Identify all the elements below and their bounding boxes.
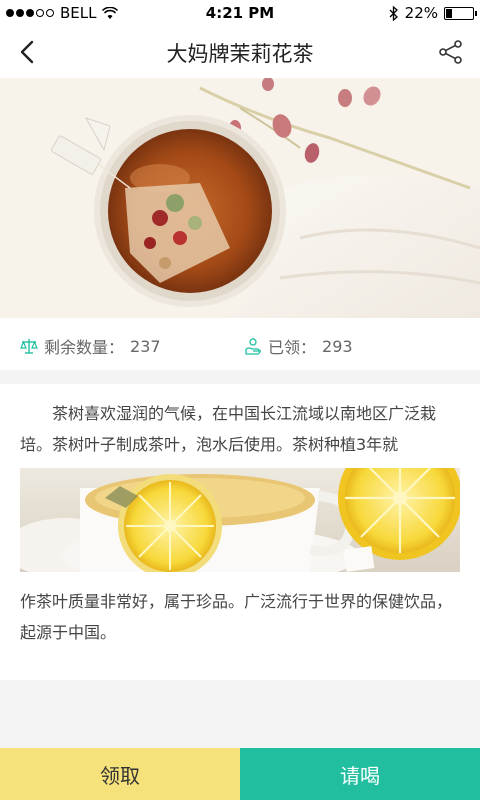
- receive-button[interactable]: 领取: [0, 748, 240, 800]
- footer-actions: 领取 请喝: [0, 748, 480, 800]
- stats-bar: 剩余数量： 237 已领： 293: [0, 318, 480, 370]
- claimed-label: 已领：: [268, 338, 317, 357]
- drink-button[interactable]: 请喝: [240, 748, 480, 800]
- lemon-tea-illustration: [20, 468, 460, 572]
- status-right: 22%: [389, 4, 477, 22]
- remaining-value: 237: [130, 336, 161, 356]
- battery-percent: 22%: [404, 4, 438, 22]
- scale-icon: [20, 339, 38, 354]
- hand-gift-icon: [245, 338, 261, 355]
- page-title: 大妈牌茉莉花茶: [166, 42, 314, 66]
- battery-icon: [444, 6, 477, 20]
- share-icon[interactable]: [438, 39, 464, 65]
- description-paragraph-1: 茶树喜欢湿润的气候，在中国长江流域以南地区广泛栽培。茶树叶子制成茶叶，泡水后使用…: [20, 404, 437, 454]
- claimed-stat: 已领： 293: [244, 334, 353, 358]
- description-paragraph-2: 作茶叶质量非常好，属于珍品。广泛流行于世界的保健饮品，起源于中国。: [20, 592, 453, 642]
- nav-bar: 大妈牌茉莉花茶: [0, 26, 480, 78]
- remaining-label: 剩余数量：: [44, 338, 125, 357]
- description-content: 茶树喜欢湿润的气候，在中国长江流域以南地区广泛栽培。茶树叶子制成茶叶，泡水后使用…: [0, 384, 480, 680]
- lemon-tea-image: [20, 468, 460, 572]
- hero-image: [0, 78, 480, 318]
- battery-fill: [446, 8, 452, 18]
- tea-cup-illustration: [0, 78, 480, 318]
- remaining-stat: 剩余数量： 237: [20, 334, 161, 358]
- claimed-value: 293: [322, 336, 353, 356]
- status-bar: BELL 4:21 PM 22%: [0, 0, 480, 26]
- bluetooth-icon: [389, 5, 398, 21]
- chevron-left-icon[interactable]: [14, 38, 42, 66]
